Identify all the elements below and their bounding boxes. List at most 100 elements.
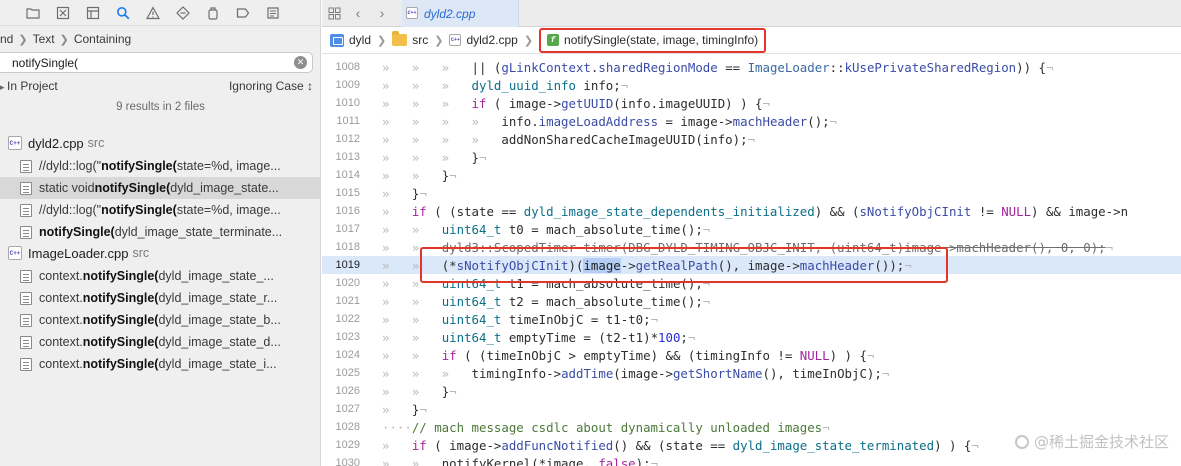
symbol-navigator-icon[interactable] [78,0,108,26]
jump-bar-function[interactable]: f notifySingle(state, image, timingInfo) [539,27,767,53]
search-input[interactable] [12,55,294,70]
find-mode-breadcrumb[interactable]: nd ❯ Text ❯ Containing [0,26,320,52]
code-token: uint64_t [441,293,502,309]
text-line-icon [20,335,32,349]
back-arrow-icon[interactable]: ‹ [346,0,370,27]
code-token: ¬ [702,275,711,291]
result-match-row[interactable]: //dyld::log(" notifySingle(state=%d, imag… [0,199,320,221]
case-sensitivity-selector[interactable]: Ignoring Case ↕ [229,79,313,93]
code-line[interactable]: 1020 » » uint64_t t1 = mach_absolute_time… [322,274,1181,292]
line-number[interactable]: 1016 [322,205,360,217]
result-match-row[interactable]: context. notifySingle(dyld_image_state_d.… [0,331,320,353]
search-scope-selector[interactable]: ▸ In Project [0,79,58,93]
line-number[interactable]: 1013 [322,151,360,163]
warning-icon[interactable] [138,0,168,26]
code-token: » [382,203,412,219]
line-number[interactable]: 1018 [322,241,360,253]
folder-icon [392,31,408,46]
match-suffix: dyld_image_state_r... [158,291,278,305]
code-token: = image-> [658,113,733,129]
code-line[interactable]: 1026 » » }¬ [322,382,1181,400]
line-number[interactable]: 1020 [322,277,360,289]
folder-icon[interactable] [18,0,48,26]
line-number[interactable]: 1023 [322,331,360,343]
forward-arrow-icon[interactable]: › [370,0,394,27]
code-token: ) && ( [814,203,860,219]
search-field[interactable]: ✕ [0,52,313,73]
result-match-row[interactable]: context. notifySingle(dyld_image_state_i.… [0,353,320,375]
line-number[interactable]: 1010 [322,97,360,109]
line-number[interactable]: 1012 [322,133,360,145]
line-number[interactable]: 1014 [322,169,360,181]
code-token: » » [382,383,442,399]
report-icon[interactable] [258,0,288,26]
code-line[interactable]: 1008 » » » || (gLinkContext.sharedRegionM… [322,58,1181,76]
search-scope-label: In Project [7,79,58,93]
line-number[interactable]: 1015 [322,187,360,199]
code-line[interactable]: 1014 » » }¬ [322,166,1181,184]
result-match-row[interactable]: notifySingle(dyld_image_state_terminate.… [0,221,320,243]
code-line[interactable]: 1024 » » if ( (timeInObjC > emptyTime) &&… [322,346,1181,364]
result-match-row[interactable]: context. notifySingle(dyld_image_state_b.… [0,309,320,331]
code-line[interactable]: 1009 » » » dyld_uuid_info info;¬ [322,76,1181,94]
find-match-item[interactable]: Containing [74,32,131,46]
line-number[interactable]: 1030 [322,457,360,466]
code-line[interactable]: 1023 » » uint64_t emptyTime = (t2-t1)*100… [322,328,1181,346]
line-number[interactable]: 1029 [322,439,360,451]
code-token: » » [382,329,442,345]
code-line[interactable]: 1022 » » uint64_t timeInObjC = t1-t0;¬ [322,310,1181,328]
code-area[interactable]: 1008 » » » || (gLinkContext.sharedRegionM… [322,58,1181,466]
find-type-item[interactable]: Text [33,32,55,46]
code-line[interactable]: 1015 » }¬ [322,184,1181,202]
line-number[interactable]: 1027 [322,403,360,415]
code-line[interactable]: 1025 » » » timingInfo->addTime(image->get… [322,364,1181,382]
watermark-text: @稀土掘金技术社区 [1033,433,1169,451]
result-file-row[interactable]: C++ dyld2.cpp src [0,133,320,153]
jump-bar-folder[interactable]: src [392,31,428,47]
jump-bar-project[interactable]: dyld [330,33,371,47]
code-line[interactable]: 1013 » » » }¬ [322,148,1181,166]
line-number[interactable]: 1008 [322,61,360,73]
code-line[interactable]: 1018 » » dyld3::ScopedTimer timer(DBG_DYL… [322,238,1181,256]
code-line[interactable]: 1017 » » uint64_t t0 = mach_absolute_time… [322,220,1181,238]
code-line[interactable]: 1021 » » uint64_t t2 = mach_absolute_time… [322,292,1181,310]
code-line[interactable]: 1016 » if ( (state == dyld_image_state_de… [322,202,1181,220]
result-match-row[interactable]: //dyld::log(" notifySingle(state=%d, imag… [0,155,320,177]
result-file-row[interactable]: C++ ImageLoader.cpp src [0,243,320,263]
line-number[interactable]: 1026 [322,385,360,397]
code-line[interactable]: 1019 » » (*sNotifyObjCInit)(image->getRea… [322,256,1181,274]
line-number[interactable]: 1011 [322,115,360,127]
line-number[interactable]: 1021 [322,295,360,307]
breakpoint-icon[interactable] [228,0,258,26]
grid-icon[interactable] [322,0,346,27]
line-number[interactable]: 1022 [322,313,360,325]
result-match-row[interactable]: static void notifySingle(dyld_image_stat… [0,177,320,199]
test-diamond-icon[interactable] [168,0,198,26]
code-line[interactable]: 1030 » » notifyKernel(*image, false);¬ [322,454,1181,466]
source-control-icon[interactable] [48,0,78,26]
find-mode-item[interactable]: nd [0,32,13,46]
search-icon[interactable] [108,0,138,26]
jump-bar-file[interactable]: C++ dyld2.cpp [449,33,518,47]
line-number[interactable]: 1028 [322,421,360,433]
code-line[interactable]: 1010 » » » if ( image->getUUID(info.image… [322,94,1181,112]
result-match-row[interactable]: context. notifySingle(dyld_image_state_r.… [0,287,320,309]
code-line[interactable]: 1012 » » » » addNonSharedCacheImageUUID(i… [322,130,1181,148]
code-token: addNonSharedCacheImageUUID(info); [501,131,748,147]
line-number[interactable]: 1025 [322,367,360,379]
result-match-row[interactable]: context. notifySingle(dyld_image_state_..… [0,265,320,287]
debug-spray-icon[interactable] [198,0,228,26]
code-line[interactable]: 1027 » }¬ [322,400,1181,418]
clear-search-icon[interactable]: ✕ [294,56,307,69]
code-line[interactable]: 1011 » » » » info.imageLoadAddress = imag… [322,112,1181,130]
line-number[interactable]: 1009 [322,79,360,91]
line-number[interactable]: 1024 [322,349,360,361]
line-number[interactable]: 1019 [322,259,360,271]
code-token: dyld_uuid_info [471,77,576,93]
tab-label: dyld2.cpp [424,6,476,21]
tab-dyld2-cpp[interactable]: C++ dyld2.cpp [402,0,519,27]
code-token: ) ) { [934,437,972,453]
code-token: » » [382,347,442,363]
code-token: NULL [1001,203,1032,219]
line-number[interactable]: 1017 [322,223,360,235]
